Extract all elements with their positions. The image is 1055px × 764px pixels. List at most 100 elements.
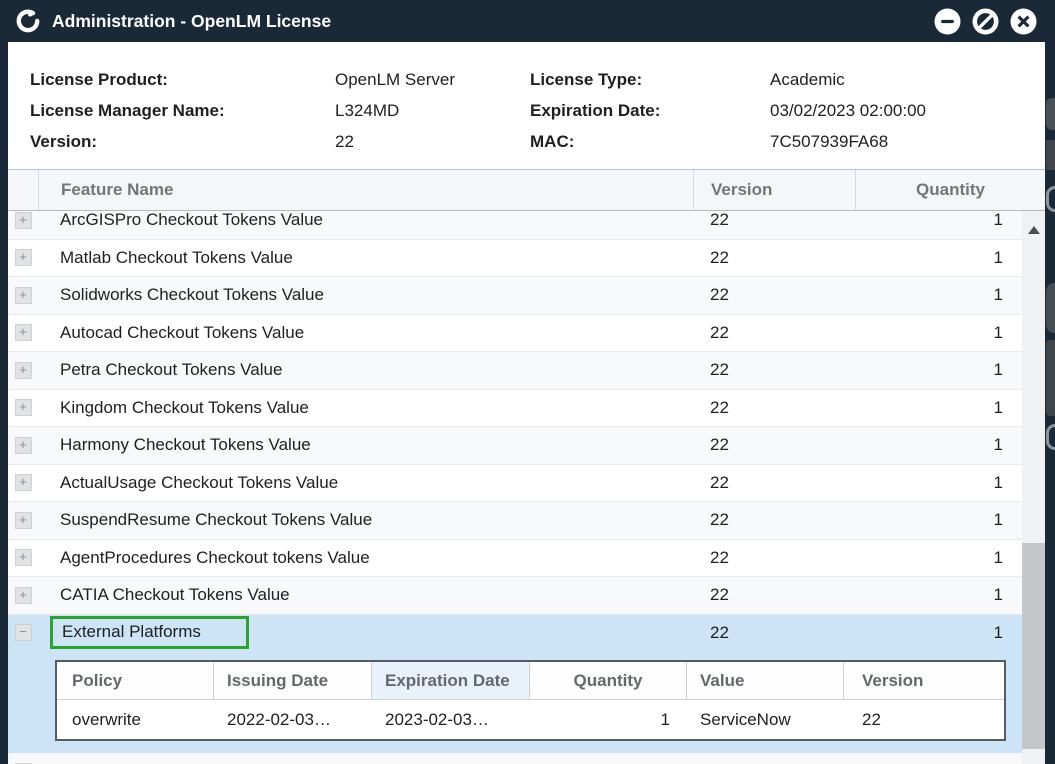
feature-quantity: 1 <box>855 435 1022 455</box>
feature-quantity: 1 <box>855 585 1022 605</box>
feature-name: SuspendResume Checkout Tokens Value <box>60 510 372 529</box>
feature-quantity: 1 <box>855 398 1022 418</box>
feature-name: ActualUsage Checkout Tokens Value <box>60 473 338 492</box>
version-column-header[interactable]: Version <box>693 170 855 210</box>
table-row[interactable]: + Solidworks Checkout Tokens Value 22 1 <box>8 277 1022 315</box>
table-row[interactable]: − External Platforms 22 1 <box>8 615 1022 653</box>
expander-cell: + <box>8 587 38 604</box>
table-row[interactable]: + Kingdom Checkout Tokens Value 22 1 <box>8 390 1022 428</box>
feature-name: Solidworks Checkout Tokens Value <box>60 285 324 304</box>
expander-cell: + <box>8 474 38 491</box>
expander-icon[interactable]: + <box>15 287 32 304</box>
table-row[interactable]: + Harmony Checkout Tokens Value 22 1 <box>8 427 1022 465</box>
feature-version: 22 <box>693 585 855 605</box>
expander-cell: + <box>8 549 38 566</box>
table-row[interactable]: + SuspendResume Checkout Tokens Value 22… <box>8 502 1022 540</box>
features-table-header: Feature Name Version Quantity <box>8 170 1045 211</box>
close-button[interactable] <box>1010 8 1037 35</box>
feature-quantity: 1 <box>855 510 1022 530</box>
table-row[interactable]: + ArcGISPro Checkout Tokens Value 22 1 <box>8 211 1022 240</box>
quantity-column-header[interactable]: Quantity <box>530 662 687 699</box>
expander-icon[interactable]: + <box>15 549 32 566</box>
block-button[interactable] <box>972 8 999 35</box>
expander-cell: + <box>8 437 38 454</box>
window-controls <box>934 8 1037 35</box>
mac-value: 7C507939FA68 <box>770 126 926 157</box>
value-column-header[interactable]: Value <box>687 662 844 699</box>
feature-quantity: 1 <box>855 285 1022 305</box>
expander-icon[interactable]: + <box>15 324 32 341</box>
feature-name: ArcGISPro Checkout Tokens Value <box>60 211 323 229</box>
mac-label: MAC: <box>530 126 660 157</box>
issuing-date-cell: 2022-02-03… <box>214 710 372 730</box>
scroll-up-icon <box>1028 226 1040 234</box>
version-cell: 22 <box>844 710 1004 730</box>
expander-cell: + <box>8 362 38 379</box>
expanded-row-detail: Policy Issuing Date Expiration Date Quan… <box>8 652 1022 753</box>
feature-name: Harmony Checkout Tokens Value <box>60 435 311 454</box>
openlm-logo-icon <box>15 8 41 34</box>
feature-quantity: 1 <box>855 548 1022 568</box>
background-window-fragment <box>1046 283 1055 333</box>
dialog-content: License Product: License Manager Name: V… <box>8 42 1045 764</box>
feature-name: Matlab Checkout Tokens Value <box>60 248 293 267</box>
expiration-date-column-header[interactable]: Expiration Date <box>372 662 530 699</box>
table-row[interactable]: + CATIA Checkout Tokens Value 22 1 <box>8 577 1022 615</box>
expander-cell: + <box>8 212 38 229</box>
expander-icon[interactable]: + <box>15 362 32 379</box>
issuing-date-column-header[interactable]: Issuing Date <box>214 662 372 699</box>
titlebar: Administration - OpenLM License <box>0 0 1055 42</box>
expiration-date-cell: 2023-02-03… <box>372 710 530 730</box>
expander-cell: − <box>8 624 38 641</box>
features-rows: + ArcGISPro Checkout Tokens Value 22 1 +… <box>8 211 1022 764</box>
scroll-up-button[interactable] <box>1022 219 1045 241</box>
expander-icon[interactable]: + <box>15 474 32 491</box>
table-row[interactable]: + AgentProcedures Checkout tokens Value … <box>8 540 1022 578</box>
feature-quantity: 1 <box>855 323 1022 343</box>
license-info-panel: License Product: License Manager Name: V… <box>8 42 1045 170</box>
expander-icon[interactable]: + <box>15 399 32 416</box>
table-row[interactable]: + Matlab Checkout Tokens Value 22 1 <box>8 240 1022 278</box>
feature-version: 22 <box>693 473 855 493</box>
version-value: 22 <box>335 126 455 157</box>
table-row[interactable]: + External Platforms 22 1 <box>8 753 1022 764</box>
expander-icon[interactable]: + <box>15 587 32 604</box>
expiration-date-value: 03/02/2023 02:00:00 <box>770 95 926 126</box>
expander-icon[interactable]: + <box>15 512 32 529</box>
background-window-fragment <box>1046 140 1055 170</box>
vertical-scrollbar[interactable] <box>1022 211 1045 764</box>
scrollbar-thumb[interactable] <box>1022 543 1045 749</box>
version-column-header[interactable]: Version <box>844 662 1004 699</box>
feature-name: Petra Checkout Tokens Value <box>60 360 282 379</box>
window-title: Administration - OpenLM License <box>52 11 331 32</box>
expander-icon[interactable]: + <box>15 212 32 229</box>
feature-version: 22 <box>693 510 855 530</box>
license-product-label: License Product: <box>30 64 225 95</box>
quantity-cell: 1 <box>530 710 687 730</box>
expander-icon[interactable]: + <box>15 249 32 266</box>
table-row[interactable]: + Autocad Checkout Tokens Value 22 1 <box>8 315 1022 353</box>
version-label: Version: <box>30 126 225 157</box>
expander-icon[interactable]: − <box>15 624 32 641</box>
feature-version: 22 <box>693 398 855 418</box>
policy-cell: overwrite <box>57 710 214 730</box>
background-window-fragment <box>1046 424 1055 450</box>
minimize-button[interactable] <box>934 8 961 35</box>
background-window-fragment <box>1046 340 1055 416</box>
table-row[interactable]: + Petra Checkout Tokens Value 22 1 <box>8 352 1022 390</box>
window-right-border <box>1045 0 1055 764</box>
policy-column-header[interactable]: Policy <box>57 662 214 699</box>
license-type-value: Academic <box>770 64 926 95</box>
quantity-column-header[interactable]: Quantity <box>855 170 1045 210</box>
expander-cell: + <box>8 512 38 529</box>
policy-subtable: Policy Issuing Date Expiration Date Quan… <box>55 660 1006 741</box>
feature-name-column-header[interactable]: Feature Name <box>38 170 693 210</box>
feature-name: External Platforms <box>50 616 249 649</box>
feature-quantity: 1 <box>855 473 1022 493</box>
table-row[interactable]: + ActualUsage Checkout Tokens Value 22 1 <box>8 465 1022 503</box>
license-type-label: License Type: <box>530 64 660 95</box>
expander-cell: + <box>8 399 38 416</box>
expander-cell: + <box>8 324 38 341</box>
policy-subtable-row[interactable]: overwrite 2022-02-03… 2023-02-03… 1 Serv… <box>57 700 1004 739</box>
expander-icon[interactable]: + <box>15 437 32 454</box>
